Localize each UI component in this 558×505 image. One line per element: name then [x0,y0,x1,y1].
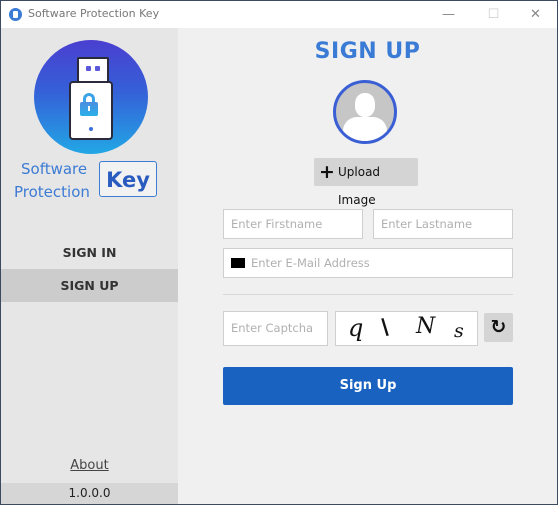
app-lock-icon [9,8,22,21]
divider [223,294,513,295]
captcha-image: q \ N s [335,311,478,346]
email-input[interactable]: Enter E-Mail Address [223,248,513,278]
padlock-icon [80,102,98,116]
user-silhouette-icon [355,93,375,117]
usb-pin [86,66,91,71]
usb-key-logo-icon [34,40,148,154]
title-bar: Software Protection Key — ☐ ✕ [1,1,557,28]
nav-sign-up[interactable]: SIGN UP [1,269,178,302]
close-button[interactable]: ✕ [513,1,557,28]
usb-body [69,81,113,140]
usb-pin [95,66,100,71]
captcha-input[interactable]: Enter Captcha [223,311,328,346]
usb-led [89,127,93,131]
upload-image-label: Upload Image [338,165,381,207]
page-title: SIGN UP [314,39,421,64]
logo-text-software: Software [21,160,88,178]
envelope-icon [231,258,245,268]
nav-sign-in[interactable]: SIGN IN [1,236,178,269]
app-window: Software Protection Key — ☐ ✕ Software P… [0,0,558,505]
captcha-char: N [416,314,436,339]
avatar-placeholder [333,80,397,144]
captcha-char: \ [378,313,392,341]
sidebar: Software Protection Key SIGN IN SIGN UP … [1,28,178,504]
lastname-input[interactable]: Enter Lastname [373,209,513,239]
about-link[interactable]: About [1,458,178,473]
upload-image-button[interactable]: + Upload Image [314,158,418,207]
logo-text-protection: Protection [14,183,90,201]
plus-icon: + [319,161,335,183]
user-silhouette-body [343,117,387,141]
refresh-captcha-icon[interactable]: ↻ [484,313,513,342]
window-title: Software Protection Key [28,7,160,20]
signup-panel: SIGN UP + Upload Image Enter Firstname E… [178,28,557,504]
email-placeholder: Enter E-Mail Address [251,256,370,270]
captcha-char: s [454,320,464,342]
captcha-char: q [348,314,364,342]
sign-up-button[interactable]: Sign Up [223,367,513,405]
maximize-button[interactable]: ☐ [471,1,516,28]
version-label: 1.0.0.0 [1,483,178,504]
usb-connector [77,57,109,83]
logo-key-badge: Key [99,161,157,197]
firstname-input[interactable]: Enter Firstname [223,209,363,239]
minimize-button[interactable]: — [426,1,471,28]
